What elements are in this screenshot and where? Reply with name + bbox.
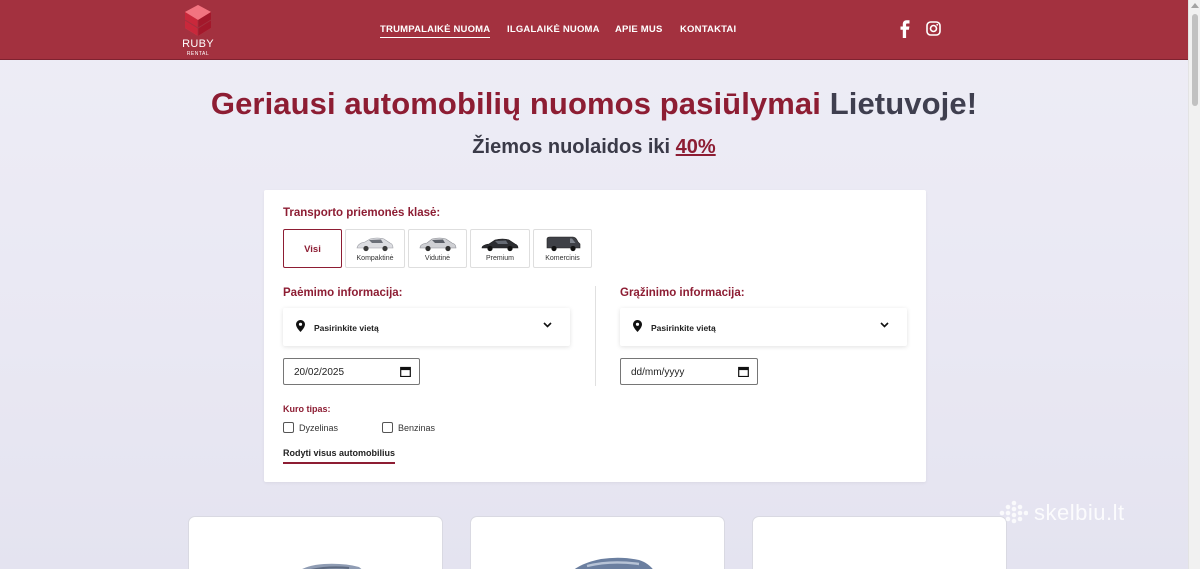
class-commercial-label: Komercinis [545, 255, 580, 262]
discount-percent: 40% [675, 136, 716, 158]
chevron-down-icon [880, 322, 889, 328]
ruby-gem-icon [184, 5, 212, 36]
car-card[interactable] [188, 516, 443, 569]
pickup-info-label: Paėmimo informacija: [283, 287, 403, 299]
class-midsize-button[interactable]: Vidutinė [408, 229, 467, 268]
fuel-diesel-checkbox[interactable]: Dyzelinas [283, 422, 338, 433]
pickup-date-value: 20/02/2025 [294, 367, 345, 378]
fuel-type-label: Kuro tipas: [283, 404, 331, 414]
watermark-text: skelbiu.lt [1034, 500, 1125, 525]
scroll-up-arrow-icon[interactable] [1191, 3, 1199, 8]
class-compact-label: Kompaktinė [356, 255, 394, 262]
ruby-logo[interactable]: RUBY RENTAL [178, 4, 218, 58]
scrollbar-thumb[interactable] [1192, 14, 1198, 106]
class-commercial-button[interactable]: Komercinis [533, 229, 592, 268]
return-location-text: Pasirinkite vietą [651, 323, 716, 333]
midsize-car-icon [419, 237, 456, 252]
car-card[interactable] [752, 516, 1007, 569]
nav-long-term-rental[interactable]: ILGALAIKĖ NUOMA [507, 24, 600, 35]
fuel-petrol-checkbox[interactable]: Benzinas [382, 422, 435, 433]
dots-logo-icon [999, 500, 1028, 524]
class-all-button[interactable]: Visi [283, 229, 342, 268]
car-image [302, 563, 362, 569]
car-card[interactable] [470, 516, 725, 569]
premium-car-icon [481, 238, 519, 252]
skelbiu-watermark: skelbiu.lt [998, 500, 1125, 526]
hero-title: Geriausi automobilių nuomos pasiūlymai L… [0, 86, 1188, 122]
petrol-checkbox-box[interactable] [382, 422, 393, 433]
vehicle-class-label: Transporto priemonės klasė: [283, 207, 441, 219]
pickup-location-text: Pasirinkite vietą [314, 323, 379, 333]
return-date-input[interactable]: dd/mm/yyyy [620, 358, 758, 385]
class-compact-button[interactable]: Kompaktinė [345, 229, 405, 268]
brand-subtitle: RENTAL [186, 51, 210, 57]
top-header: RUBY RENTAL TRUMPALAIKĖ NUOMA ILGALAIKĖ … [0, 0, 1188, 60]
nav-contacts[interactable]: KONTAKTAI [680, 24, 736, 35]
facebook-icon[interactable] [899, 20, 911, 43]
hero-subtitle: Žiemos nuolaidos iki 40% [0, 136, 1188, 159]
car-image [574, 557, 653, 569]
return-date-value: dd/mm/yyyy [631, 367, 685, 378]
return-info-label: Grąžinimo informacija: [620, 287, 745, 299]
instagram-icon[interactable] [926, 21, 941, 41]
compact-car-icon [356, 237, 394, 252]
show-all-cars-link[interactable]: Rodyti visus automobilius [283, 448, 396, 464]
location-pin-icon [633, 320, 642, 332]
pickup-date-input[interactable]: 20/02/2025 [283, 358, 420, 385]
pickup-location-select[interactable]: Pasirinkite vietą [283, 308, 570, 346]
hero-title-tail: Lietuvoje! [829, 86, 978, 121]
search-form-card: Transporto priemonės klasė: Visi Kompakt… [264, 190, 926, 482]
page-scrollbar[interactable] [1188, 0, 1200, 569]
diesel-label: Dyzelinas [299, 422, 339, 433]
return-location-select[interactable]: Pasirinkite vietą [620, 308, 907, 346]
hero-subtitle-text: Žiemos nuolaidos iki [472, 136, 671, 158]
class-premium-label: Premium [485, 255, 514, 262]
calendar-icon[interactable] [400, 366, 411, 377]
column-divider [595, 286, 596, 386]
class-premium-button[interactable]: Premium [470, 229, 530, 268]
commercial-van-icon [546, 236, 580, 252]
chevron-down-icon [543, 322, 552, 328]
hero-title-main: Geriausi automobilių nuomos pasiūlymai [210, 86, 821, 121]
brand-name: RUBY [182, 38, 214, 50]
nav-short-term-rental[interactable]: TRUMPALAIKĖ NUOMA [380, 24, 491, 38]
nav-about-us[interactable]: APIE MUS [615, 24, 663, 35]
location-pin-icon [296, 320, 305, 332]
petrol-label: Benzinas [398, 422, 436, 433]
calendar-icon[interactable] [738, 366, 749, 377]
class-all-label: Visi [304, 244, 321, 255]
class-midsize-label: Vidutinė [424, 255, 451, 262]
diesel-checkbox-box[interactable] [283, 422, 294, 433]
